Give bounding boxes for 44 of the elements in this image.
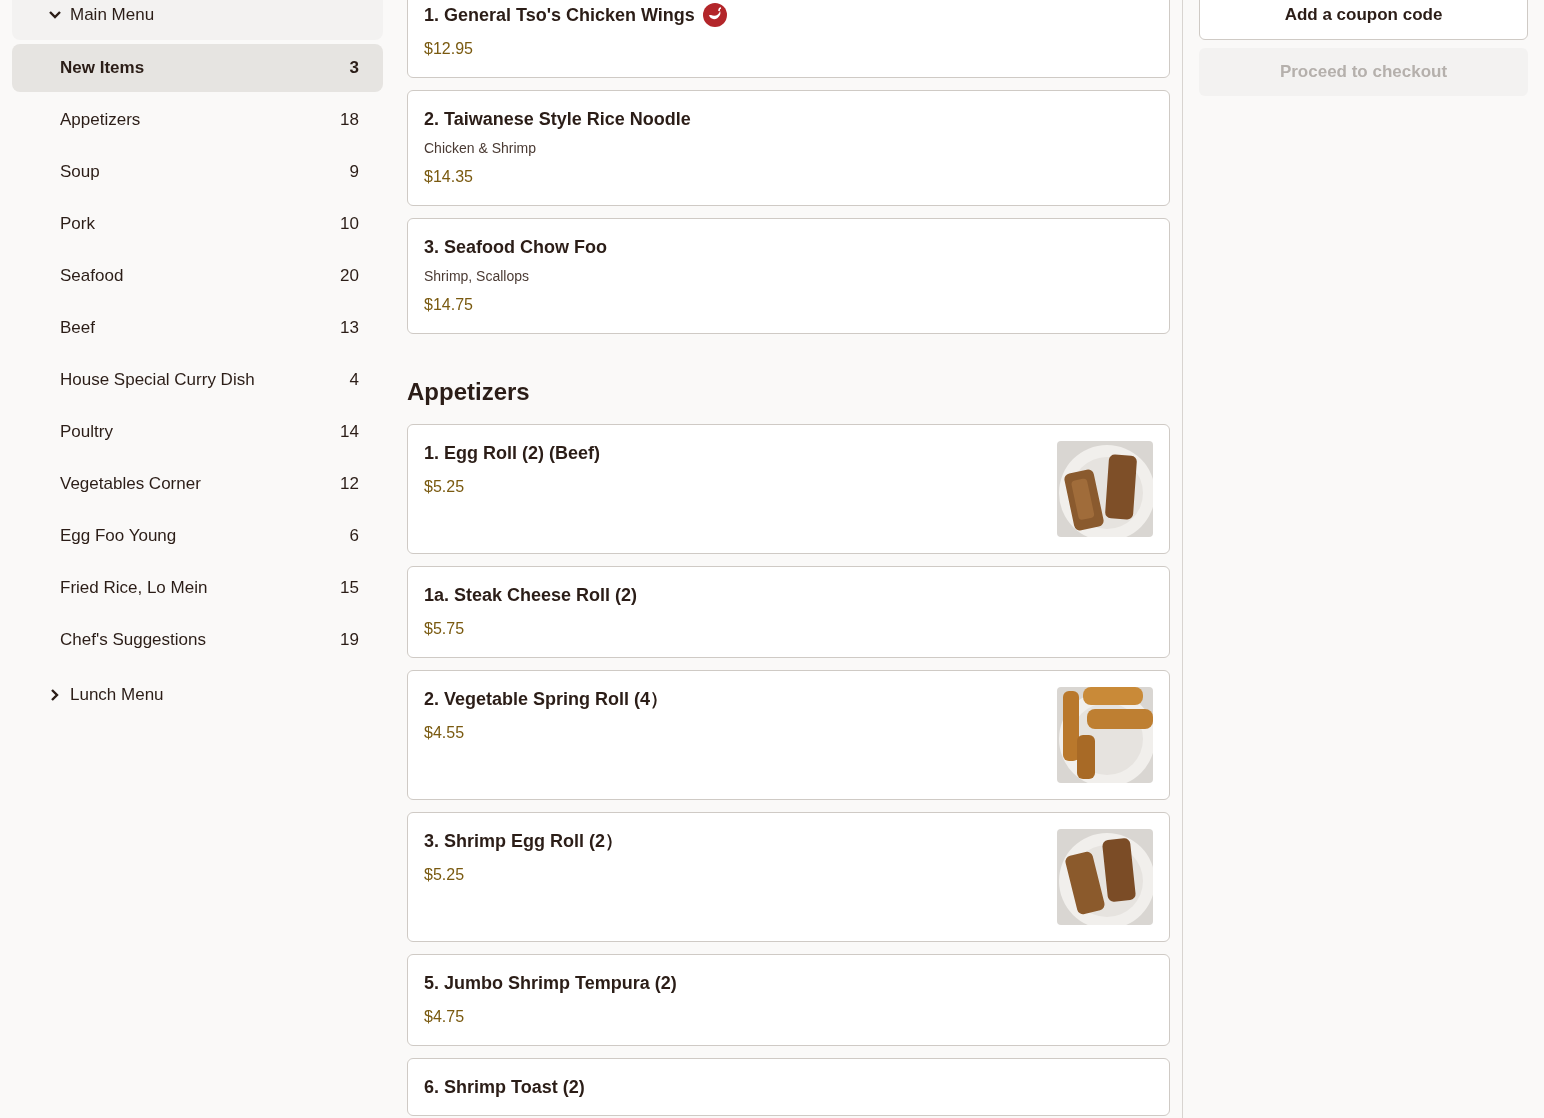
category-item[interactable]: Pork 10 — [12, 200, 383, 248]
menu-item-card[interactable]: 2. Vegetable Spring Roll (4） $4.55 — [407, 670, 1170, 800]
category-item[interactable]: Seafood 20 — [12, 252, 383, 300]
menu-item-card[interactable]: 1a. Steak Cheese Roll (2) $5.75 — [407, 566, 1170, 658]
item-price: $4.55 — [424, 723, 466, 743]
category-item[interactable]: Fried Rice, Lo Mein 15 — [12, 564, 383, 612]
item-price: $4.75 — [424, 1007, 466, 1027]
category-item[interactable]: New Items 3 — [12, 44, 383, 92]
item-name: 2. Vegetable Spring Roll (4） — [424, 688, 669, 711]
item-name: 1a. Steak Cheese Roll (2) — [424, 584, 638, 607]
menu-item-card[interactable]: 6. Shrimp Toast (2) — [407, 1058, 1170, 1116]
item-name: 1. Egg Roll (2) (Beef) — [424, 442, 600, 465]
item-price: $12.95 — [424, 39, 474, 59]
category-item[interactable]: Egg Foo Young 6 — [12, 512, 383, 560]
menu-item-card[interactable]: 1. Egg Roll (2) (Beef) $5.25 — [407, 424, 1170, 554]
item-price: $14.35 — [424, 167, 474, 187]
item-price: $14.75 — [424, 295, 474, 315]
item-name: 1. General Tso's Chicken Wings — [424, 4, 695, 27]
menu-group-toggle[interactable]: Lunch Menu — [12, 670, 383, 720]
item-price: $5.25 — [424, 477, 466, 497]
item-price: $5.25 — [424, 865, 466, 885]
item-name: 3. Seafood Chow Foo — [424, 236, 607, 259]
item-name: 3. Shrimp Egg Roll (2） — [424, 830, 624, 853]
category-item[interactable]: Poultry 14 — [12, 408, 383, 456]
category-item[interactable]: Soup 9 — [12, 148, 383, 196]
category-item[interactable]: Vegetables Corner 12 — [12, 460, 383, 508]
menu-item-card[interactable]: 2. Taiwanese Style Rice Noodle Chicken & Shrimp $14.35 — [407, 90, 1170, 206]
item-price: $5.75 — [424, 619, 466, 639]
menu-group-toggle[interactable]: Main Menu — [12, 0, 383, 40]
item-name: 6. Shrimp Toast (2) — [424, 1076, 585, 1099]
item-name: 5. Jumbo Shrimp Tempura (2) — [424, 972, 677, 995]
menu-item-card[interactable]: 3. Seafood Chow Foo Shrimp, Scallops $14.75 — [407, 218, 1170, 334]
category-item[interactable]: Beef 13 — [12, 304, 383, 352]
item-description: Chicken & Shrimp — [424, 139, 538, 158]
menu-item-card[interactable]: 5. Jumbo Shrimp Tempura (2) $4.75 — [407, 954, 1170, 1046]
category-item[interactable]: Chef's Suggestions 19 — [12, 616, 383, 664]
menu-item-card[interactable]: 3. Shrimp Egg Roll (2） $5.25 — [407, 812, 1170, 942]
section-heading: Appetizers — [407, 377, 531, 407]
coupon-button[interactable]: Add a coupon code — [1199, 0, 1528, 40]
category-item[interactable]: House Special Curry Dish 4 — [12, 356, 383, 404]
item-description: Shrimp, Scallops — [424, 267, 531, 286]
item-name: 2. Taiwanese Style Rice Noodle — [424, 108, 691, 131]
menu-item-card[interactable]: 1. General Tso's Chicken Wings $12.95 — [407, 0, 1170, 78]
category-item[interactable]: Appetizers 18 — [12, 96, 383, 144]
